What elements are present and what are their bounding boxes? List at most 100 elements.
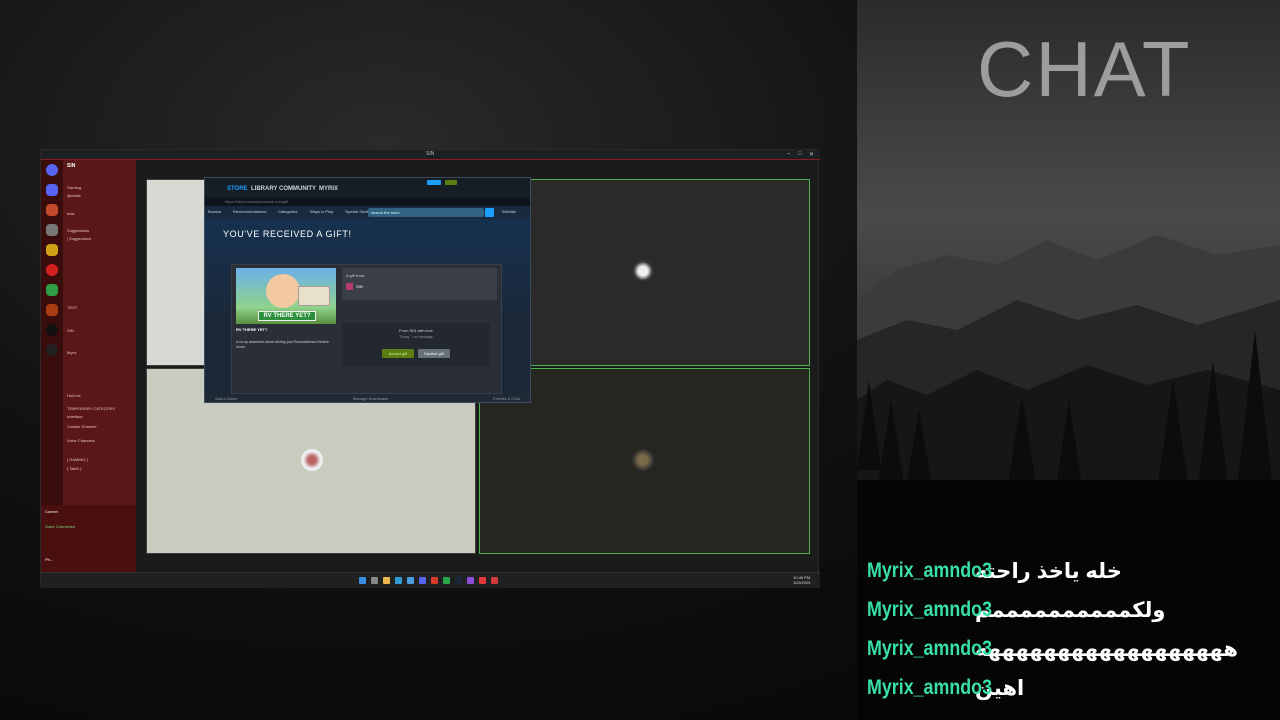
chat-username: Myrix_amndo3 bbox=[867, 598, 993, 621]
server-name: SIN bbox=[67, 163, 76, 169]
game-logo: RV THERE YET? bbox=[258, 311, 316, 321]
server-icon[interactable] bbox=[46, 204, 58, 216]
gift-page: YOU'VE RECEIVED A GIFT! RV THERE YET? RV… bbox=[205, 219, 530, 394]
accept-gift-button[interactable]: Accept gift bbox=[382, 349, 414, 358]
windows-taskbar: 10:45 PM 11/9/2025 bbox=[41, 572, 820, 588]
search-icon[interactable] bbox=[371, 577, 378, 584]
server-icon[interactable] bbox=[46, 284, 58, 296]
server-icon[interactable] bbox=[46, 224, 58, 236]
channel-item[interactable]: Creator Channel bbox=[67, 424, 96, 429]
channel-category[interactable]: TEXT bbox=[67, 305, 77, 310]
start-icon[interactable] bbox=[359, 577, 366, 584]
close-button[interactable]: ✕ bbox=[809, 151, 814, 158]
menu-recommendations[interactable]: Recommendations bbox=[233, 209, 266, 214]
chat-username: Myrix_amndo3 bbox=[867, 559, 993, 582]
maximize-button[interactable]: □ bbox=[798, 151, 802, 157]
user-name: Ph... bbox=[45, 557, 54, 562]
screen-capture: SIN – □ ✕ SIN Gaming @chats bots Suggest… bbox=[40, 149, 820, 588]
add-game-button[interactable]: Add a Game bbox=[215, 396, 237, 401]
server-icon[interactable] bbox=[46, 304, 58, 316]
character-art bbox=[266, 274, 300, 308]
chat-title: CHAT bbox=[977, 25, 1192, 113]
chat-message: Myrix_amndo3 ههههههههههههههههههه bbox=[867, 635, 1238, 663]
avatar bbox=[632, 260, 654, 282]
chat-username: Myrix_amndo3 bbox=[867, 637, 993, 660]
menu-browse[interactable]: Browse bbox=[208, 209, 221, 214]
chat-message: Myrix_amndo3 اهين bbox=[867, 674, 1024, 702]
window-titlebar: SIN – □ ✕ bbox=[41, 150, 820, 160]
steam-header: STORE LIBRARY COMMUNITY MYRIX bbox=[205, 178, 530, 198]
friends-chat-button[interactable]: Friends & Chat bbox=[493, 396, 520, 401]
channel-category[interactable]: Gaming bbox=[67, 185, 81, 190]
avatar bbox=[301, 449, 323, 471]
notification-icon[interactable] bbox=[445, 180, 457, 185]
voice-channel[interactable]: [ TalkN ] bbox=[67, 466, 81, 471]
discord-home-icon[interactable] bbox=[46, 164, 58, 176]
clock-date: 11/9/2025 bbox=[793, 580, 811, 585]
channel-item[interactable]: @chats bbox=[67, 193, 81, 198]
server-icon[interactable] bbox=[46, 324, 58, 336]
gift-from-text: From SIN with love bbox=[399, 328, 433, 333]
game-capsule-image[interactable]: RV THERE YET? bbox=[236, 268, 336, 324]
search-icon[interactable] bbox=[485, 208, 494, 217]
app-icon[interactable] bbox=[431, 577, 438, 584]
edge-icon[interactable] bbox=[395, 577, 402, 584]
rv-art bbox=[298, 286, 330, 306]
tab-profile[interactable]: MYRIX bbox=[319, 186, 338, 192]
channel-category[interactable]: Voice Channels bbox=[67, 438, 95, 443]
tab-store[interactable]: STORE bbox=[227, 186, 248, 192]
search-input[interactable]: search the store bbox=[368, 208, 484, 217]
menu-categories[interactable]: Categories bbox=[278, 209, 297, 214]
app-icon[interactable] bbox=[443, 577, 450, 584]
server-icon[interactable] bbox=[46, 184, 58, 196]
discord-icon[interactable] bbox=[419, 577, 426, 584]
tab-library[interactable]: LIBRARY bbox=[251, 186, 277, 192]
downloads-button[interactable]: Manage Downloads bbox=[353, 396, 388, 401]
file-explorer-icon[interactable] bbox=[383, 577, 390, 584]
page-title: YOU'VE RECEIVED A GIFT! bbox=[223, 229, 352, 239]
chat-username: Myrix_amndo3 bbox=[867, 676, 993, 699]
discord-user-panel: Conect Voice Connected Ph... bbox=[41, 505, 136, 572]
app-icon[interactable] bbox=[491, 577, 498, 584]
gift-sender-box: A gift from: SIN bbox=[342, 268, 497, 300]
channel-category[interactable]: Suggestions bbox=[67, 228, 89, 233]
decline-gift-button[interactable]: Decline gift bbox=[418, 349, 450, 358]
voice-channel-name: Conect bbox=[45, 509, 58, 514]
channel-category[interactable]: TEMPORARY CATEGORY bbox=[67, 406, 115, 411]
wishlist-link[interactable]: Wishlist bbox=[502, 209, 516, 214]
server-icon[interactable] bbox=[46, 264, 58, 276]
channel-item[interactable]: Interface bbox=[67, 414, 83, 419]
sender-avatar[interactable] bbox=[346, 283, 353, 290]
channel-item[interactable]: | Suggestions bbox=[67, 236, 91, 241]
steam-url-bar[interactable]: https://store.steampowered.com/gift bbox=[205, 198, 530, 206]
gift-message: "Enjoy" - no message bbox=[399, 335, 433, 339]
chat-message: Myrix_amndo3 ولكممممممممممم bbox=[867, 596, 1165, 624]
gift-from-label: A gift from: bbox=[346, 273, 366, 278]
chat-text: ههههههههههههههههههه bbox=[975, 637, 1238, 661]
channel-item[interactable]: Hull-me bbox=[67, 393, 81, 398]
steam-icon[interactable] bbox=[455, 577, 462, 584]
stream-overlay: SIN – □ ✕ SIN Gaming @chats bots Suggest… bbox=[0, 0, 1280, 720]
game-title: RV THERE YET? bbox=[236, 327, 268, 332]
chat-panel: CHAT Myrix_amndo3 خله ياخذ راحته Myrix_a… bbox=[857, 0, 1280, 720]
app-icon[interactable] bbox=[479, 577, 486, 584]
taskbar-clock[interactable]: 10:45 PM 11/9/2025 bbox=[793, 575, 811, 585]
sender-name[interactable]: SIN bbox=[356, 284, 363, 289]
window-title: SIN bbox=[426, 151, 435, 157]
announce-icon[interactable] bbox=[427, 180, 441, 185]
tab-community[interactable]: COMMUNITY bbox=[279, 186, 316, 192]
server-icon[interactable] bbox=[46, 244, 58, 256]
channel-category[interactable]: SIN bbox=[67, 328, 74, 333]
channel-item[interactable]: bots bbox=[67, 211, 75, 216]
voice-user[interactable]: Myrix bbox=[67, 350, 77, 355]
steam-footer: Add a Game Manage Downloads Friends & Ch… bbox=[205, 394, 530, 402]
app-icon[interactable] bbox=[407, 577, 414, 584]
add-server-icon[interactable] bbox=[46, 344, 58, 356]
app-icon[interactable] bbox=[467, 577, 474, 584]
minimize-button[interactable]: – bbox=[787, 151, 790, 157]
voice-channel[interactable]: [ GAMING ] bbox=[67, 457, 88, 462]
url-text: https://store.steampowered.com/gift bbox=[225, 199, 289, 204]
voice-status: Voice Connected bbox=[45, 524, 76, 529]
chat-text: خله ياخذ راحته bbox=[975, 559, 1122, 583]
menu-ways-to-play[interactable]: Ways to Play bbox=[310, 209, 333, 214]
